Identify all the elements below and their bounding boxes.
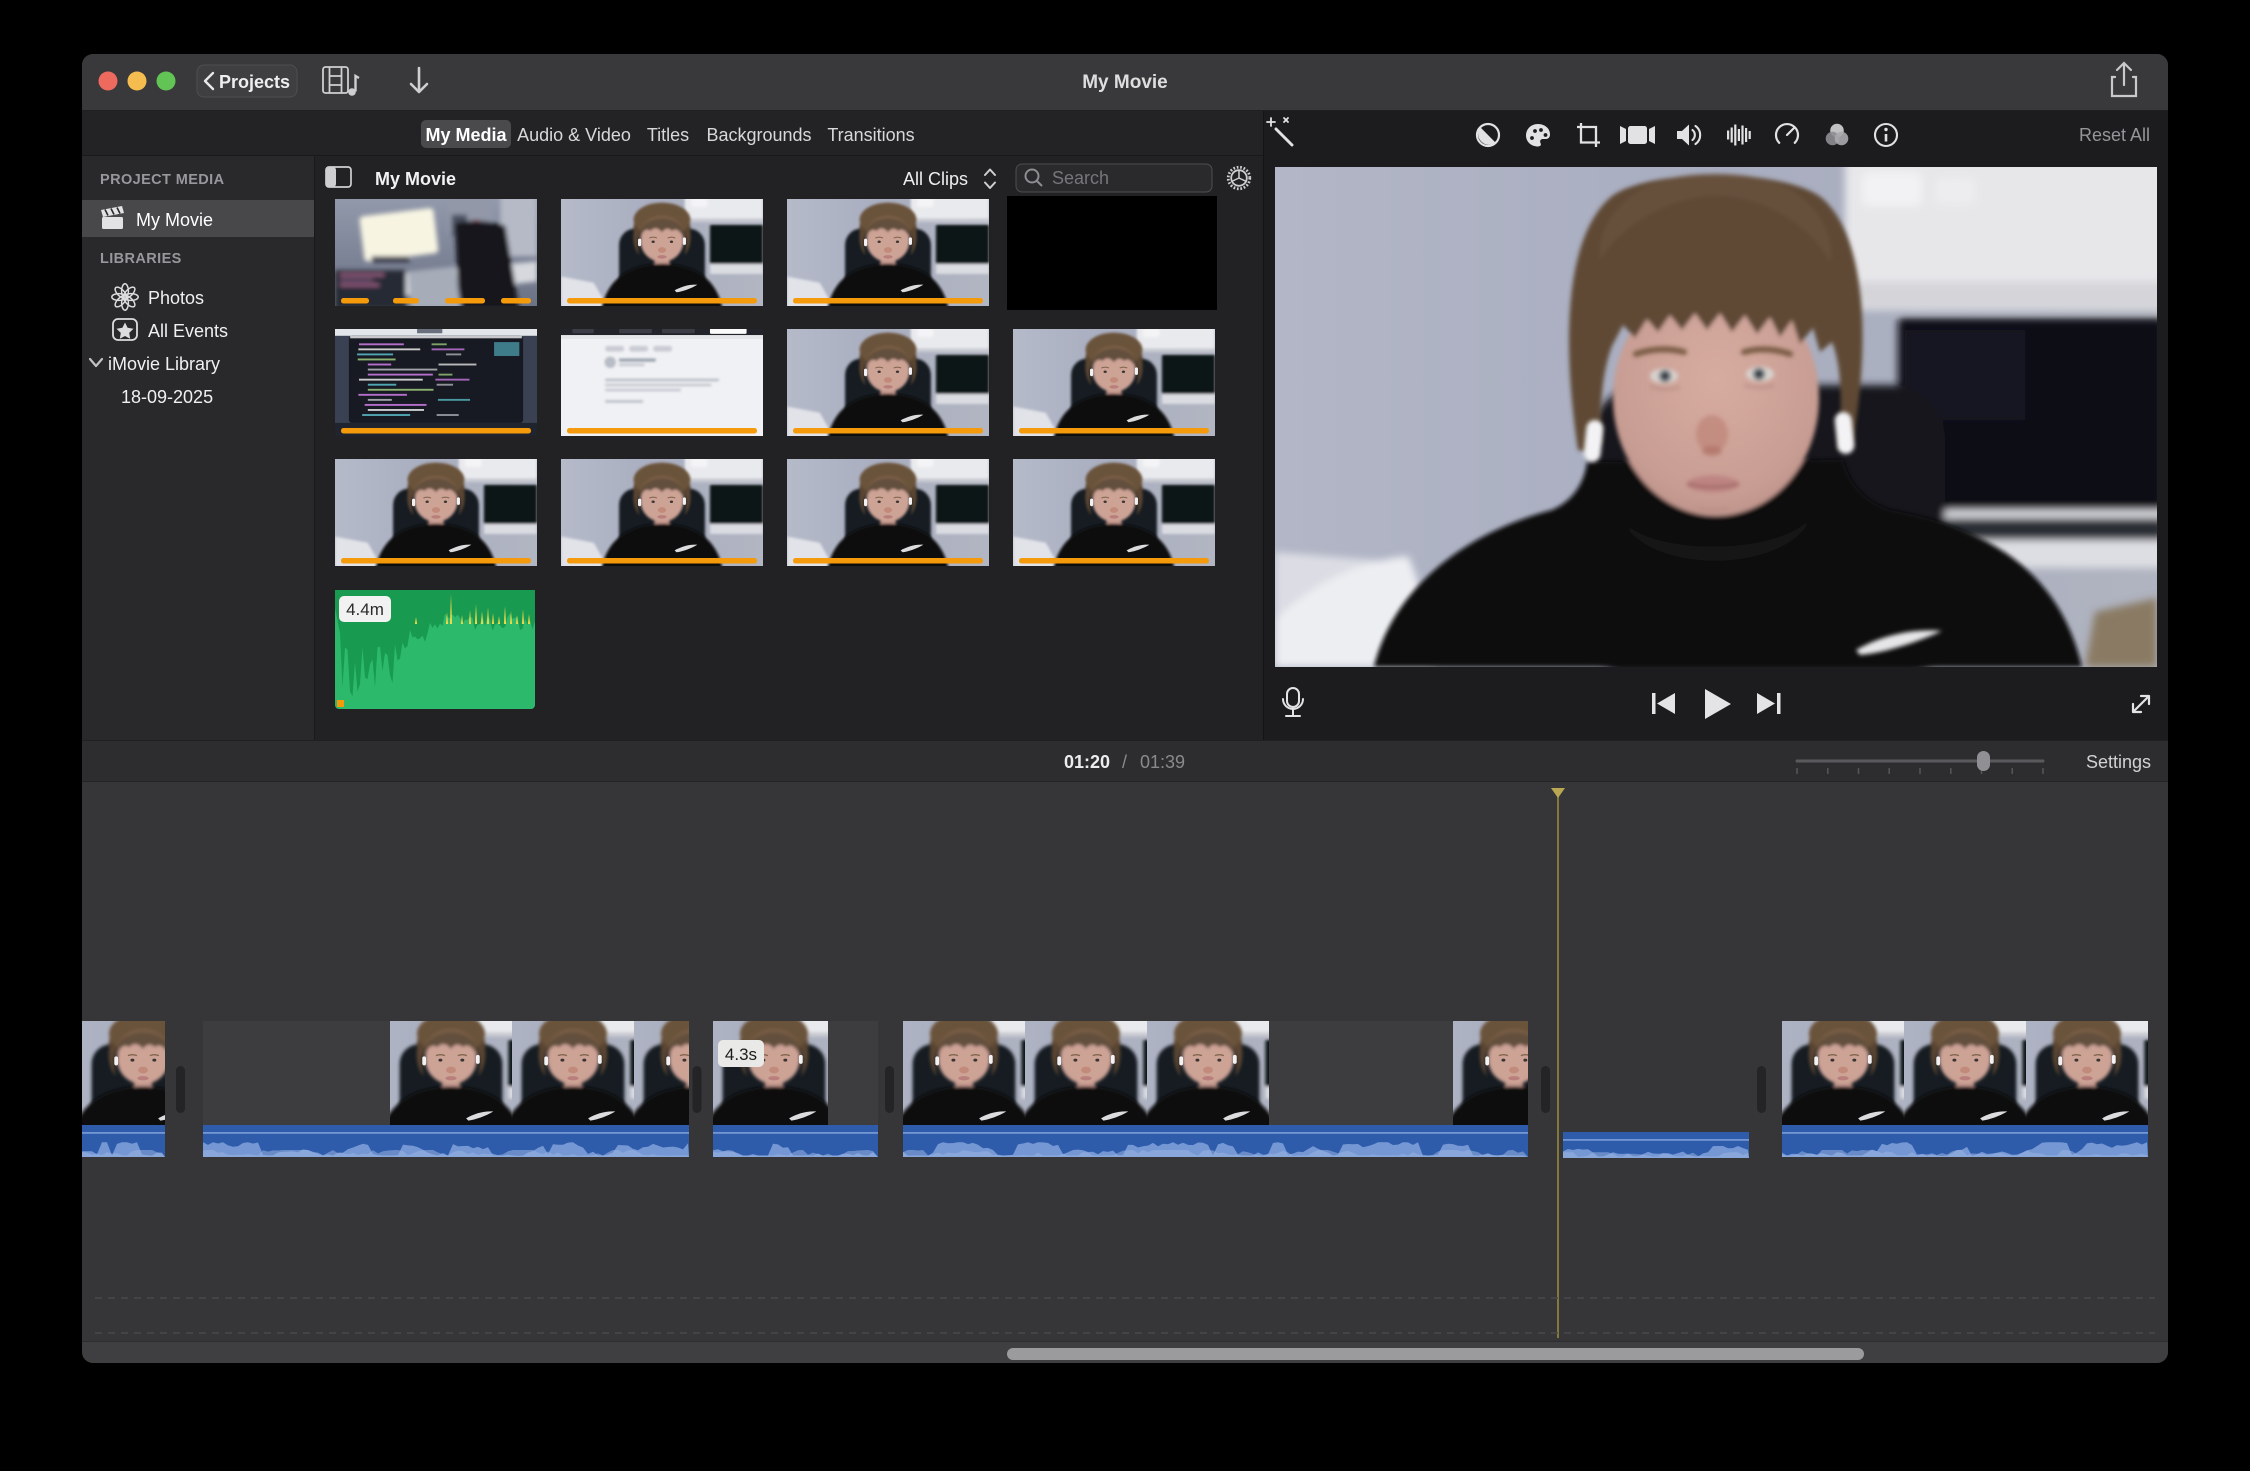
svg-text:Projects: Projects [219,72,290,92]
svg-text:Backgrounds: Backgrounds [706,125,811,145]
svg-text:Audio & Video: Audio & Video [517,125,631,145]
svg-text:Photos: Photos [148,288,204,308]
svg-text:/: / [1122,752,1127,772]
svg-text:Search: Search [1052,168,1109,188]
svg-text:18-09-2025: 18-09-2025 [121,387,213,407]
svg-text:My Movie: My Movie [375,169,456,189]
svg-text:iMovie Library: iMovie Library [108,354,220,374]
svg-text:PROJECT MEDIA: PROJECT MEDIA [100,172,225,188]
svg-text:All Events: All Events [148,321,228,341]
svg-text:My Media: My Media [425,125,507,145]
svg-text:Transitions: Transitions [827,125,914,145]
svg-text:01:39: 01:39 [1140,752,1185,772]
svg-text:All Clips: All Clips [903,169,968,189]
svg-text:My Movie: My Movie [1082,72,1168,93]
svg-text:Reset All: Reset All [2079,125,2150,145]
svg-text:4.4m: 4.4m [346,600,384,619]
svg-text:Titles: Titles [647,125,689,145]
svg-text:01:20: 01:20 [1064,752,1110,772]
svg-text:Settings: Settings [2086,752,2151,772]
svg-text:My Movie: My Movie [136,210,213,230]
svg-text:LIBRARIES: LIBRARIES [100,251,182,267]
svg-text:4.3s: 4.3s [725,1045,757,1064]
